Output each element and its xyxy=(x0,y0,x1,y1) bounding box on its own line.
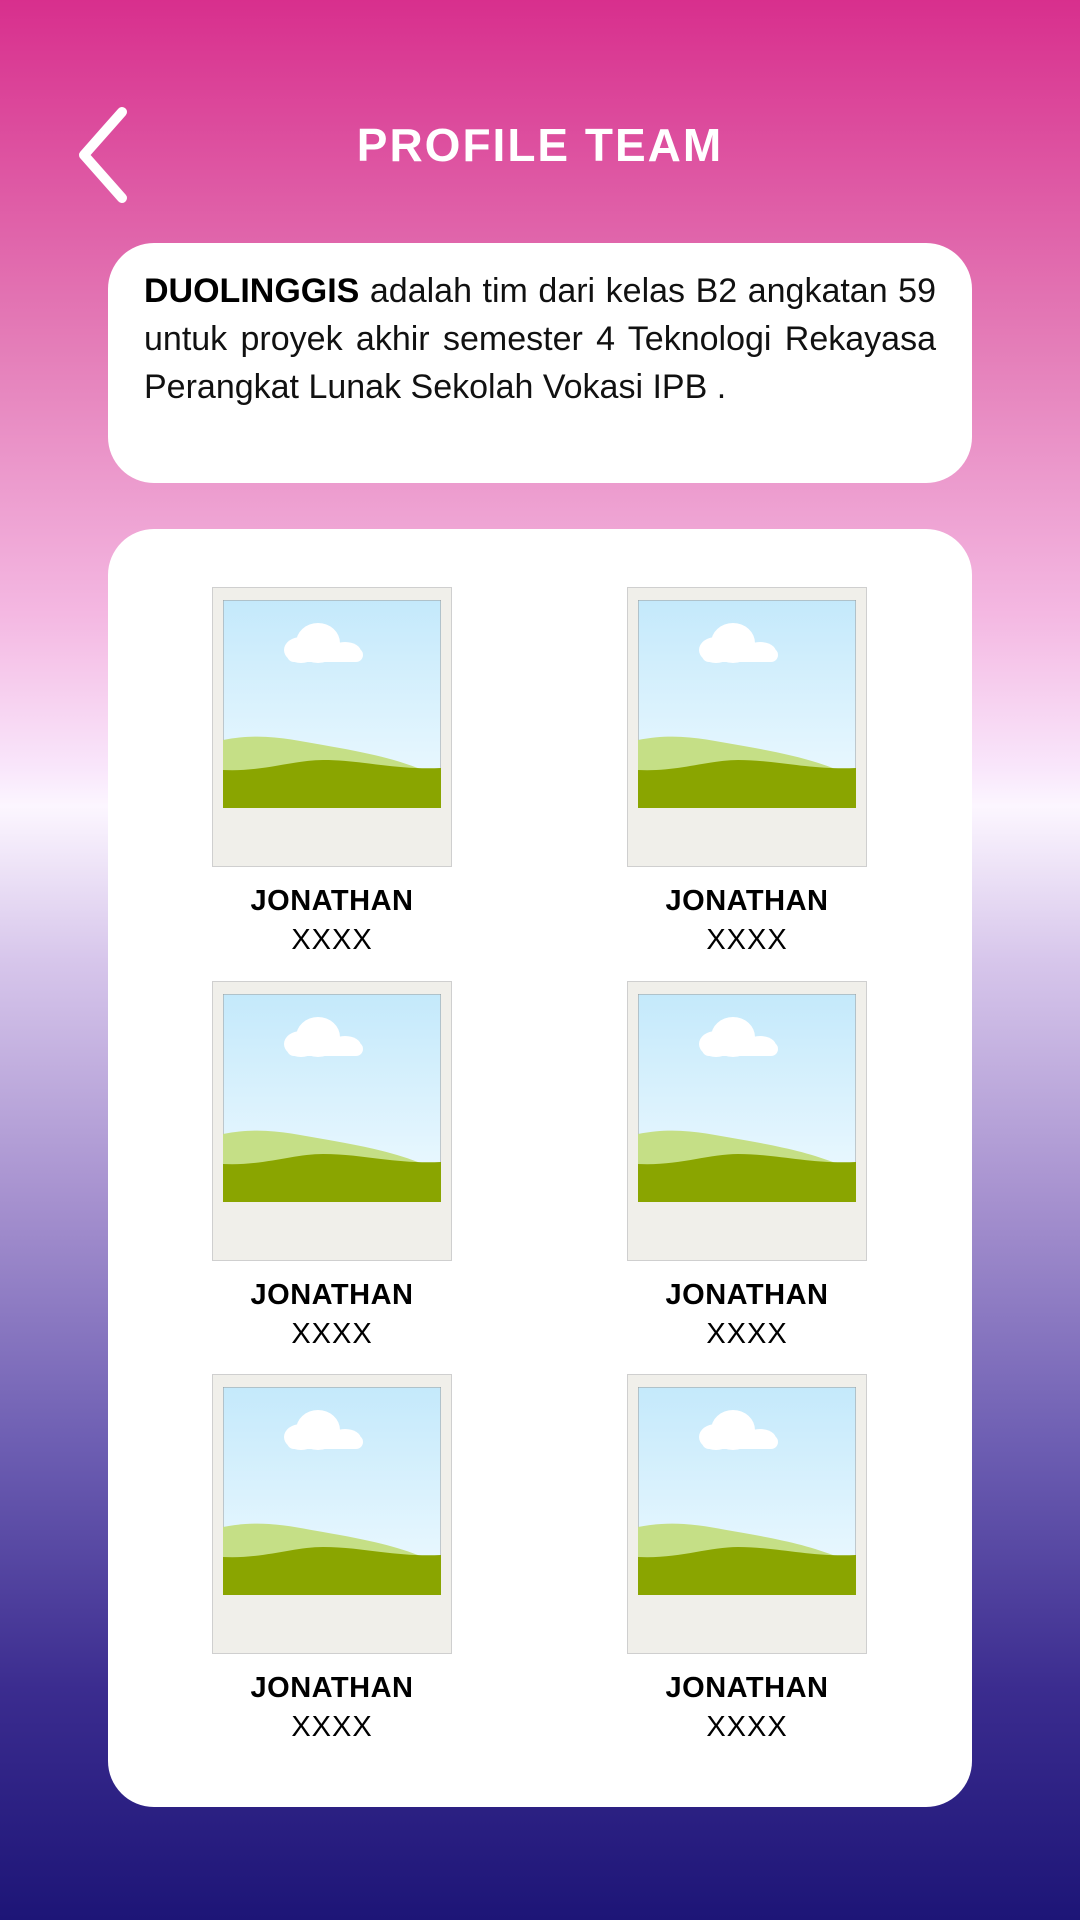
member-role: XXXX xyxy=(291,1318,373,1350)
page-title: PROFILE TEAM xyxy=(356,119,724,171)
member-name: JONATHAN xyxy=(250,885,414,917)
member-name: JONATHAN xyxy=(665,1672,829,1704)
team-description-card: DUOLINGGIS adalah tim dari kelas B2 angk… xyxy=(108,243,972,483)
image-placeholder-icon xyxy=(223,1387,441,1595)
image-placeholder-icon xyxy=(223,600,441,808)
member-photo xyxy=(627,981,867,1261)
image-placeholder-icon xyxy=(223,994,441,1202)
image-placeholder-icon xyxy=(638,600,856,808)
member-photo xyxy=(627,1374,867,1654)
member-card[interactable]: JONATHAN XXXX xyxy=(627,587,867,957)
member-card[interactable]: JONATHAN XXXX xyxy=(212,587,452,957)
member-photo xyxy=(212,981,452,1261)
member-card[interactable]: JONATHAN XXXX xyxy=(627,981,867,1351)
member-role: XXXX xyxy=(706,1318,788,1350)
image-placeholder-icon xyxy=(638,1387,856,1595)
member-name: JONATHAN xyxy=(665,885,829,917)
member-card[interactable]: JONATHAN XXXX xyxy=(212,1374,452,1744)
member-photo xyxy=(212,1374,452,1654)
member-photo xyxy=(627,587,867,867)
image-placeholder-icon xyxy=(638,994,856,1202)
member-name: JONATHAN xyxy=(665,1279,829,1311)
team-description: DUOLINGGIS adalah tim dari kelas B2 angk… xyxy=(144,267,936,411)
member-card[interactable]: JONATHAN XXXX xyxy=(627,1374,867,1744)
member-photo xyxy=(212,587,452,867)
member-role: XXXX xyxy=(291,924,373,956)
member-role: XXXX xyxy=(706,1711,788,1743)
member-name: JONATHAN xyxy=(250,1279,414,1311)
team-members-card: JONATHAN XXXX JONATHAN XXXX JONATHAN XXX… xyxy=(108,529,972,1807)
member-role: XXXX xyxy=(706,924,788,956)
member-card[interactable]: JONATHAN XXXX xyxy=(212,981,452,1351)
team-name: DUOLINGGIS xyxy=(144,272,360,310)
member-name: JONATHAN xyxy=(250,1672,414,1704)
member-role: XXXX xyxy=(291,1711,373,1743)
